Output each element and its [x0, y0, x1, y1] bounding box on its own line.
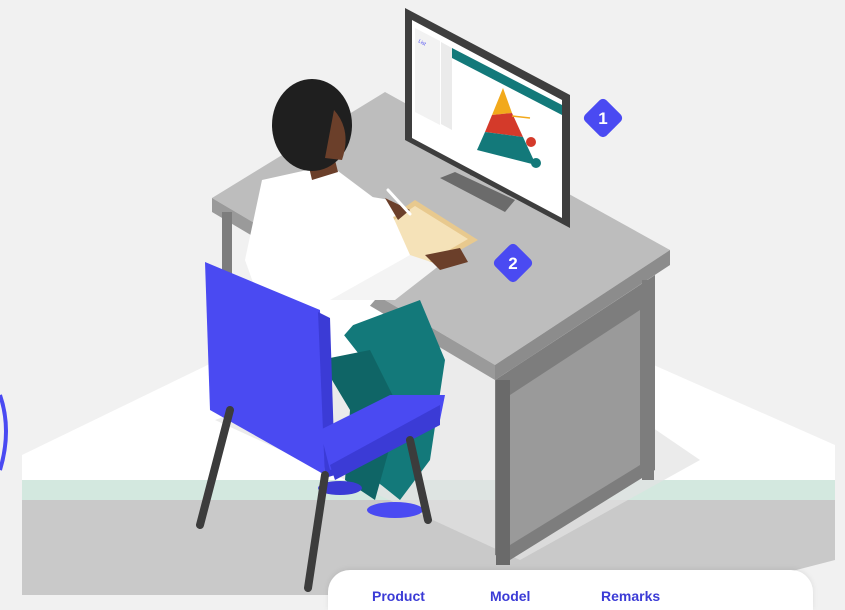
- table-header: Product Model Remarks: [328, 570, 813, 610]
- column-header-model: Model: [490, 588, 531, 604]
- column-header-product: Product: [372, 588, 425, 604]
- step-marker-1[interactable]: 1: [582, 97, 624, 139]
- column-header-remarks: Remarks: [601, 588, 661, 604]
- svg-text:2: 2: [508, 254, 517, 273]
- decorative-arc: [0, 394, 8, 471]
- svg-text:1: 1: [598, 109, 607, 128]
- workstation-illustration: List 1 2: [0, 8, 835, 595]
